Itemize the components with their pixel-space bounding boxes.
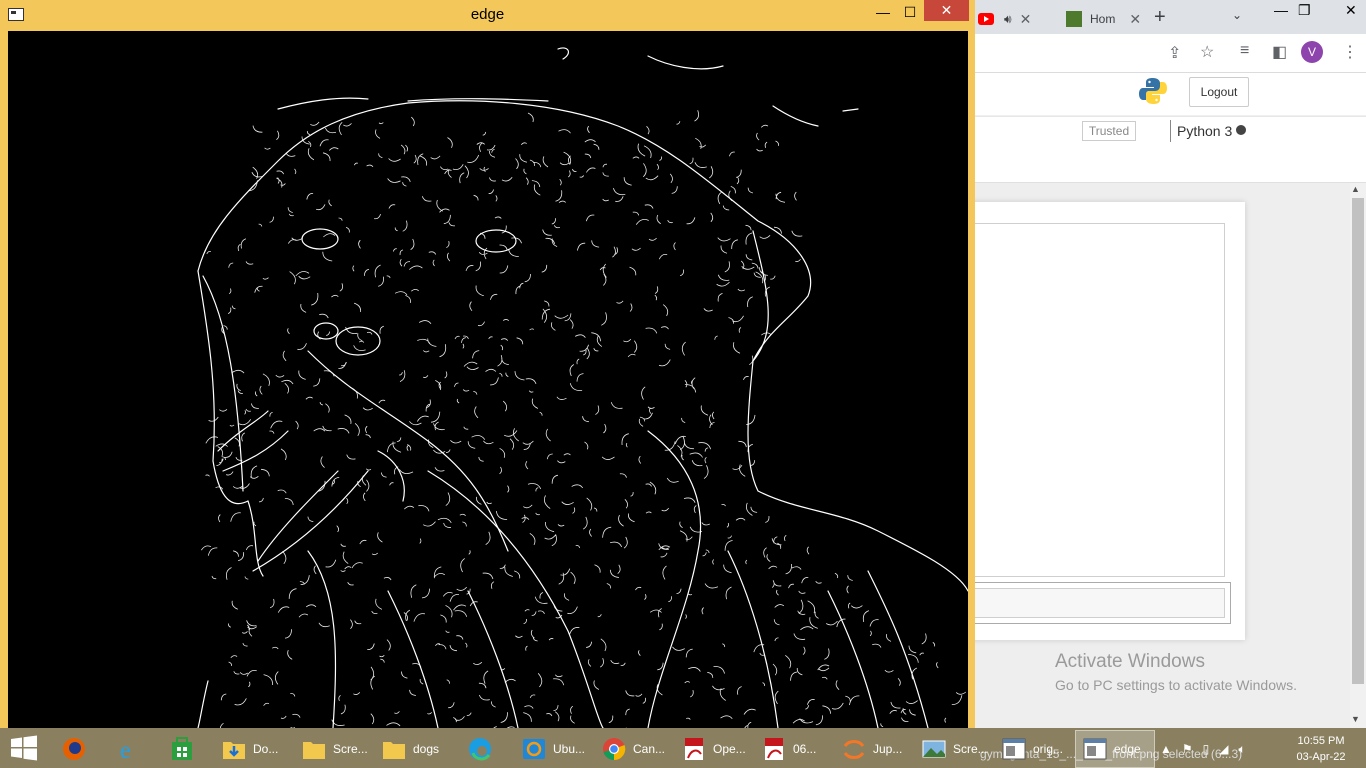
taskbar-label: Ope...: [713, 742, 746, 756]
more-menu-icon[interactable]: ⋮: [1342, 42, 1358, 62]
scrollbar-thumb[interactable]: [1352, 198, 1364, 684]
windows-start-icon[interactable]: [10, 735, 38, 761]
scroll-down-icon[interactable]: ▼: [1351, 714, 1360, 724]
internet-explorer-icon: e: [120, 738, 131, 762]
system-tray: ▲ ⚑ ▯ ◢ 🔈︎: [1160, 736, 1246, 762]
code-cell-input[interactable]: [974, 588, 1225, 618]
battery-icon[interactable]: ▯: [1203, 742, 1210, 756]
edge-browser-icon: [469, 738, 491, 761]
firefox-icon: [63, 738, 85, 760]
chrome-icon: [603, 738, 626, 761]
window-title: edge: [470, 6, 505, 23]
tab-search-chevron-icon[interactable]: ⌄: [1232, 8, 1242, 22]
action-center-flag-icon[interactable]: ⚑: [1182, 742, 1193, 756]
taskbar-label: Do...: [253, 742, 279, 756]
taskbar-item-edge-browser[interactable]: [460, 730, 512, 768]
taskbar-label: Scre...: [333, 742, 368, 756]
taskbar-item-jupyter[interactable]: Jup...: [834, 730, 914, 768]
jupyterhub-icon: [1066, 11, 1082, 27]
clock-time: 10:55 PM: [1297, 735, 1345, 747]
pdf-icon: [765, 738, 783, 760]
taskbar-item-screenshots-folder[interactable]: Scre...: [294, 730, 372, 768]
activation-title: Activate Windows: [1055, 651, 1205, 672]
edge-image-window: edge — ☐ ✕: [0, 0, 975, 728]
taskbar-item-screenshot-viewer[interactable]: Scre...: [914, 730, 994, 768]
tray-overflow-icon[interactable]: ▲: [1160, 742, 1172, 756]
taskbar-item-pdf-06[interactable]: 06...: [754, 730, 834, 768]
reading-list-icon[interactable]: ≡: [1240, 42, 1249, 60]
taskbar-item-original-window[interactable]: orig...: [994, 730, 1074, 768]
taskbar-item-chrome[interactable]: Can...: [594, 730, 672, 768]
share-icon[interactable]: ⇪: [1168, 43, 1181, 63]
speaker-icon[interactable]: 🔊︎: [1004, 12, 1012, 27]
edge-texture-strokes: [200, 110, 967, 728]
youtube-icon: [978, 13, 994, 25]
taskbar-item-downloads[interactable]: Do...: [214, 730, 292, 768]
close-tab-icon[interactable]: ✕: [1129, 11, 1141, 28]
taskbar-label: edge: [1114, 742, 1141, 756]
clock-date: 03-Apr-22: [1296, 751, 1346, 763]
volume-icon[interactable]: 🔈︎: [1239, 742, 1246, 757]
taskbar-item-firefox[interactable]: [54, 730, 106, 768]
side-panel-icon[interactable]: ◧: [1272, 42, 1287, 62]
taskbar-item-ubuntu[interactable]: Ubu...: [514, 730, 594, 768]
activation-subtitle: Go to PC settings to activate Windows.: [1055, 677, 1297, 693]
profile-avatar[interactable]: V: [1301, 41, 1323, 63]
ubuntu-terminal-icon: [523, 739, 545, 759]
tab-label: Hom: [1090, 12, 1116, 26]
tab-jupyterhub[interactable]: Hom ✕: [1066, 4, 1141, 34]
kernel-name[interactable]: Python 3: [1170, 120, 1232, 142]
minimize-button[interactable]: —: [873, 4, 893, 22]
taskbar-label: orig...: [1033, 742, 1064, 756]
taskbar-item-pdf-open[interactable]: Ope...: [674, 730, 754, 768]
new-tab-icon[interactable]: +: [1154, 6, 1166, 29]
taskbar-item-internet-explorer[interactable]: e: [108, 730, 160, 768]
pdf-icon: [685, 738, 703, 760]
folder-icon: [303, 742, 325, 759]
image-viewer-icon: [922, 740, 946, 758]
close-tab-icon[interactable]: ✕: [1020, 11, 1032, 28]
activation-watermark: Activate Windows Go to PC settings to ac…: [1055, 651, 1297, 693]
opencv-window-icon: [1083, 738, 1107, 760]
close-button[interactable]: ✕: [924, 0, 969, 21]
browser-close-button[interactable]: ✕: [1345, 2, 1357, 19]
trusted-indicator[interactable]: Trusted: [1082, 121, 1136, 141]
taskbar-label: dogs: [413, 742, 440, 756]
taskbar-label: Jup...: [873, 742, 903, 756]
output-cell[interactable]: [970, 223, 1225, 577]
svg-text:e: e: [120, 738, 131, 762]
browser-maximize-button[interactable]: ❐: [1298, 2, 1311, 19]
jupyter-icon: [843, 740, 865, 759]
taskbar-item-edge-window[interactable]: edge: [1075, 730, 1155, 768]
store-icon: [172, 737, 192, 760]
folder-icon: [383, 742, 405, 759]
taskbar-label: 06...: [793, 742, 817, 756]
tab-youtube[interactable]: 🔊︎ ✕: [978, 4, 1031, 34]
bookmark-star-icon[interactable]: ☆: [1200, 42, 1214, 62]
network-signal-icon[interactable]: ◢: [1219, 742, 1228, 756]
taskbar-label: Ubu...: [553, 742, 586, 756]
logout-button[interactable]: Logout: [1189, 77, 1249, 107]
python-logo-icon: [1139, 78, 1167, 104]
taskbar-label: Can...: [633, 742, 666, 756]
taskbar-item-store[interactable]: [162, 730, 214, 768]
browser-minimize-button[interactable]: —: [1274, 2, 1288, 18]
scroll-up-icon[interactable]: ▲: [1351, 184, 1360, 194]
dog-edge-drawing: [197, 47, 968, 728]
edge-detection-image: [8, 31, 968, 728]
opencv-window-icon: [1002, 738, 1026, 760]
taskbar-item-dogs-folder[interactable]: dogs: [374, 730, 458, 768]
taskbar-label: Scre...: [953, 742, 988, 756]
kernel-status-icon: [1236, 125, 1246, 135]
taskbar-clock[interactable]: 10:55 PM 03-Apr-22: [1286, 733, 1356, 765]
maximize-button[interactable]: ☐: [900, 4, 920, 22]
downloads-folder-icon: [223, 742, 245, 759]
